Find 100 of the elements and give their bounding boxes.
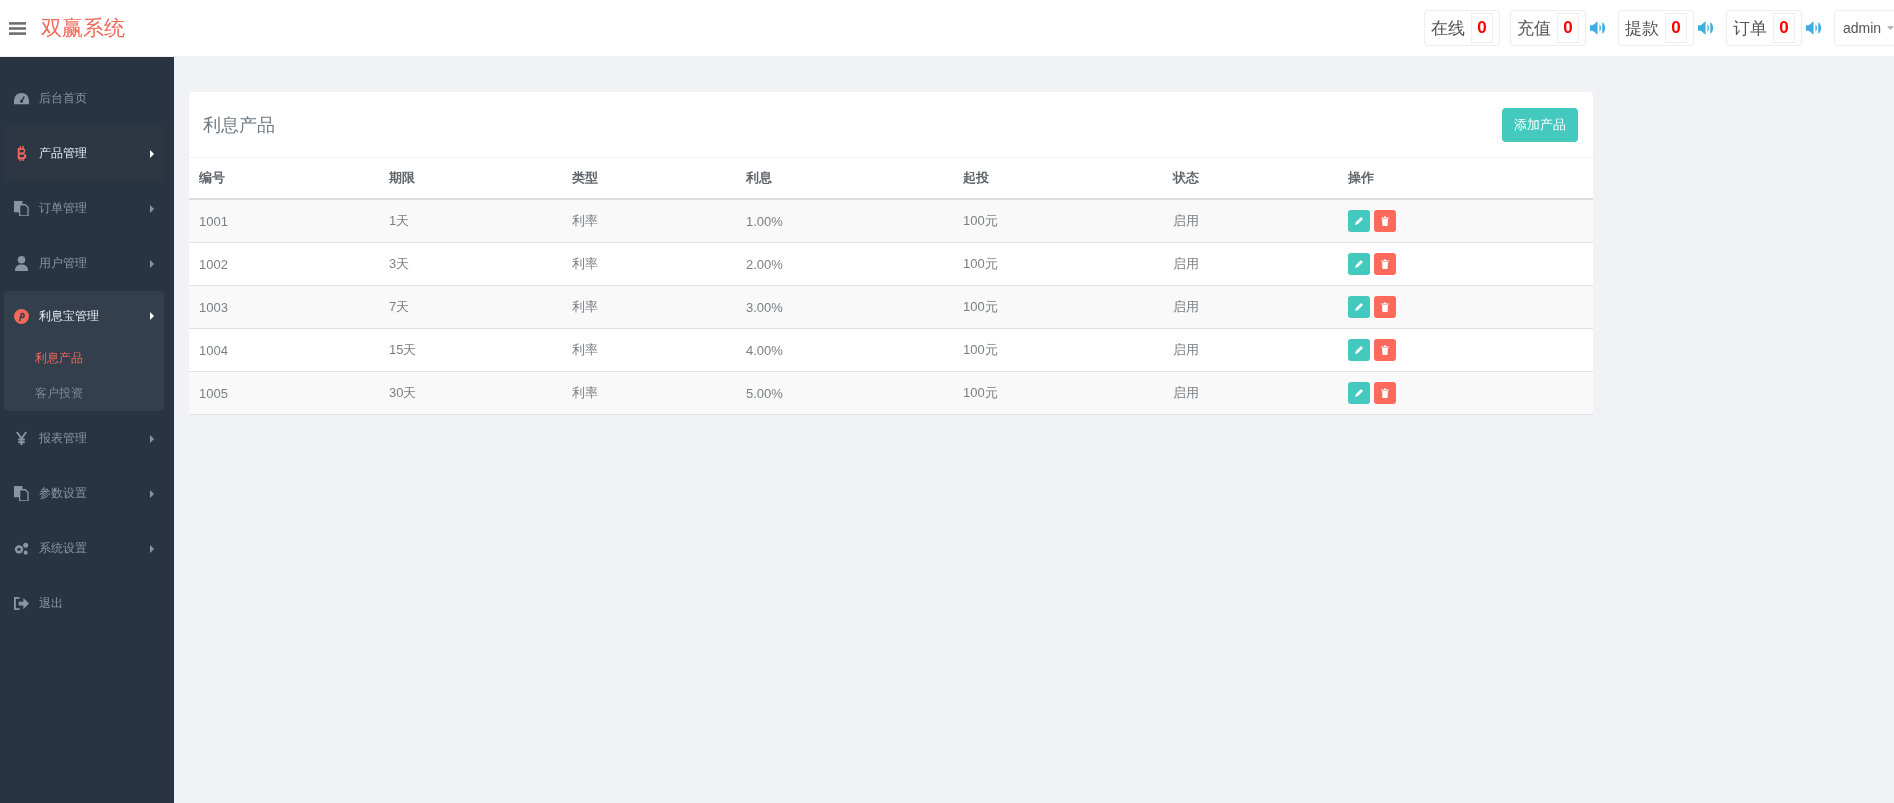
- delete-button[interactable]: [1374, 210, 1396, 232]
- sidebar-label: 后台首页: [39, 90, 88, 107]
- table-cell: 利率: [562, 371, 736, 415]
- documents-icon: [14, 201, 29, 216]
- edit-button[interactable]: [1348, 253, 1370, 275]
- table-cell: 3.00%: [736, 285, 953, 329]
- trash-icon: [1380, 259, 1390, 269]
- table-cell: 利率: [562, 285, 736, 329]
- counter-value: 0: [1471, 13, 1493, 43]
- pencil-icon: [1354, 259, 1364, 269]
- counter-value: 0: [1557, 13, 1579, 43]
- table-cell: 启用: [1163, 371, 1338, 415]
- counter-value: 0: [1665, 13, 1687, 43]
- table-cell: 100元: [953, 242, 1163, 286]
- pencil-icon: [1354, 345, 1364, 355]
- counter-badge: 充值 0: [1510, 10, 1586, 46]
- caret-icon: [150, 544, 154, 553]
- speaker-icon[interactable]: [1589, 20, 1608, 36]
- gauge-icon: [14, 91, 29, 106]
- sidebar-item[interactable]: 利息宝管理: [4, 291, 164, 341]
- submenu-item[interactable]: 利息产品: [4, 341, 164, 376]
- caret-icon: [150, 434, 154, 443]
- yen-icon: [14, 431, 29, 446]
- app-title: 双赢系统: [41, 15, 125, 41]
- table-cell: 100元: [953, 328, 1163, 372]
- trash-icon: [1380, 302, 1390, 312]
- sidebar-label: 退出: [39, 595, 64, 612]
- sidebar-label: 利息宝管理: [39, 307, 100, 325]
- pencil-icon: [1354, 216, 1364, 226]
- delete-button[interactable]: [1374, 339, 1396, 361]
- counter-badge: 在线 0: [1424, 10, 1500, 46]
- table-cell: 30天: [379, 371, 562, 415]
- table-cell: 1004: [189, 328, 379, 372]
- trash-icon: [1380, 216, 1390, 226]
- table-cell: 1天: [379, 199, 562, 243]
- table-cell: 1001: [189, 199, 379, 243]
- table-cell: 利率: [562, 199, 736, 243]
- caret-icon: [150, 312, 154, 320]
- table-cell: 启用: [1163, 285, 1338, 329]
- table-cell: 利率: [562, 242, 736, 286]
- counter-badge: 订单 0: [1726, 10, 1802, 46]
- caret-icon: [1887, 26, 1894, 30]
- table-cell: 100元: [953, 199, 1163, 243]
- sidebar-label: 订单管理: [39, 200, 88, 217]
- gears-icon: [14, 541, 29, 556]
- pencil-icon: [1354, 302, 1364, 312]
- edit-button[interactable]: [1348, 339, 1370, 361]
- speaker-icon[interactable]: [1805, 20, 1824, 36]
- sign-out-icon: [14, 596, 29, 611]
- table-cell: 4.00%: [736, 328, 953, 372]
- sidebar-label: 报表管理: [39, 430, 88, 447]
- caret-icon: [150, 489, 154, 498]
- edit-button[interactable]: [1348, 210, 1370, 232]
- table-cell: 启用: [1163, 328, 1338, 372]
- counter-value: 0: [1773, 13, 1795, 43]
- counter-badge: 提款 0: [1618, 10, 1694, 46]
- sidebar-item[interactable]: 报表管理: [4, 411, 164, 466]
- table-cell: 100元: [953, 371, 1163, 415]
- caret-icon: [150, 149, 154, 158]
- sidebar-item[interactable]: 参数设置: [4, 466, 164, 521]
- sidebar-item[interactable]: 用户管理: [4, 236, 164, 291]
- trash-icon: [1380, 345, 1390, 355]
- caret-icon: [150, 259, 154, 268]
- sidebar-item[interactable]: 退出: [4, 576, 164, 631]
- delete-button[interactable]: [1374, 382, 1396, 404]
- table-cell: 5.00%: [736, 371, 953, 415]
- menu-icon[interactable]: [9, 20, 26, 36]
- user-menu[interactable]: admin: [1834, 10, 1894, 46]
- edit-button[interactable]: [1348, 296, 1370, 318]
- submenu-item[interactable]: 客户投资: [4, 376, 164, 411]
- table-cell: 启用: [1163, 242, 1338, 286]
- documents-icon: [14, 486, 29, 501]
- edit-button[interactable]: [1348, 382, 1370, 404]
- sidebar-label: 产品管理: [39, 145, 88, 162]
- table-cell: 100元: [953, 285, 1163, 329]
- delete-button[interactable]: [1374, 253, 1396, 275]
- table-cell: 7天: [379, 285, 562, 329]
- user-icon: [14, 256, 29, 271]
- circle-p-icon: [14, 308, 29, 324]
- sidebar-label: 系统设置: [39, 540, 88, 557]
- sidebar-item[interactable]: 后台首页: [4, 71, 164, 126]
- pencil-icon: [1354, 388, 1364, 398]
- table-cell: 利率: [562, 328, 736, 372]
- sidebar-item[interactable]: 产品管理: [4, 126, 164, 181]
- speaker-icon[interactable]: [1697, 20, 1716, 36]
- caret-icon: [150, 204, 154, 213]
- table-cell: 1003: [189, 285, 379, 329]
- table-cell: 3天: [379, 242, 562, 286]
- table-cell: 1002: [189, 242, 379, 286]
- table-cell: 启用: [1163, 199, 1338, 243]
- sidebar-label: 参数设置: [39, 485, 88, 502]
- sidebar-item[interactable]: 订单管理: [4, 181, 164, 236]
- sidebar-item[interactable]: 系统设置: [4, 521, 164, 576]
- panel-title: 利息产品: [203, 113, 275, 137]
- sidebar-label: 用户管理: [39, 255, 88, 272]
- table-cell: 15天: [379, 328, 562, 372]
- trash-icon: [1380, 388, 1390, 398]
- delete-button[interactable]: [1374, 296, 1396, 318]
- table-cell: 1005: [189, 371, 379, 415]
- table-cell: 2.00%: [736, 242, 953, 286]
